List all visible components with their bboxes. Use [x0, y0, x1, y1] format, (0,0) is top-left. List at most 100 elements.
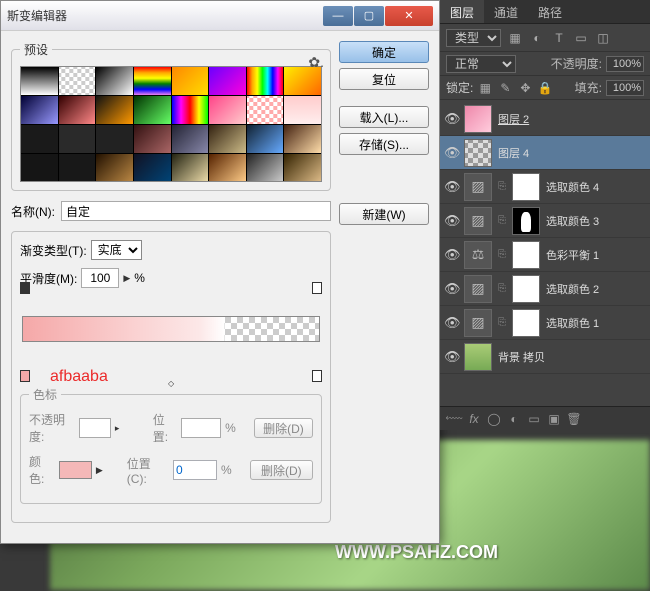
- layer-row[interactable]: 👁 背景 拷贝: [440, 340, 650, 374]
- smooth-stepper-icon[interactable]: ▶: [123, 273, 130, 284]
- adjustment-icon[interactable]: ⚖: [464, 241, 492, 269]
- visibility-icon[interactable]: 👁: [444, 315, 460, 331]
- layer-name[interactable]: 选取颜色 4: [546, 179, 599, 195]
- preset-swatch[interactable]: [284, 154, 321, 182]
- filter-adjust-icon[interactable]: ◐: [529, 30, 545, 46]
- layer-row[interactable]: 👁 ▨ ⎘ 选取颜色 3: [440, 204, 650, 238]
- kind-filter[interactable]: 类型: [446, 29, 501, 47]
- visibility-icon[interactable]: 👁: [444, 349, 460, 365]
- layer-name[interactable]: 背景 拷贝: [498, 349, 545, 365]
- adjustment-layer-icon[interactable]: ◐: [506, 411, 522, 427]
- gear-icon[interactable]: ✿.: [308, 54, 324, 71]
- preset-swatch[interactable]: [96, 67, 133, 95]
- preset-swatch[interactable]: [247, 67, 284, 95]
- link-icon[interactable]: ⎘: [496, 317, 508, 328]
- minimize-button[interactable]: —: [323, 6, 353, 26]
- link-icon[interactable]: ⎘: [496, 249, 508, 260]
- color-swatch[interactable]: [59, 461, 92, 479]
- layer-row[interactable]: 👁 图层 4: [440, 136, 650, 170]
- preset-swatch[interactable]: [209, 67, 246, 95]
- preset-swatch[interactable]: [21, 96, 58, 124]
- layer-name[interactable]: 图层 2: [498, 111, 529, 127]
- layer-mask[interactable]: [512, 207, 540, 235]
- layer-mask[interactable]: [512, 241, 540, 269]
- visibility-icon[interactable]: 👁: [444, 179, 460, 195]
- fill-value[interactable]: [606, 80, 644, 96]
- tab-channels[interactable]: 通道: [484, 0, 528, 23]
- layer-name[interactable]: 图层 4: [498, 145, 529, 161]
- blend-mode-select[interactable]: 正常: [446, 55, 516, 73]
- preset-swatch[interactable]: [96, 96, 133, 124]
- ok-button[interactable]: 确定: [339, 41, 429, 63]
- lock-brush-icon[interactable]: ✎: [497, 80, 513, 96]
- preset-swatch[interactable]: [59, 96, 96, 124]
- preset-swatch[interactable]: [284, 96, 321, 124]
- preset-swatch[interactable]: [21, 154, 58, 182]
- midpoint-icon[interactable]: ◇: [168, 379, 174, 388]
- titlebar[interactable]: 斯变编辑器 — ▢ ✕: [1, 1, 439, 31]
- layer-name[interactable]: 选取颜色 1: [546, 315, 599, 331]
- preset-swatch[interactable]: [247, 96, 284, 124]
- tab-layers[interactable]: 图层: [440, 0, 484, 23]
- posC-input[interactable]: [173, 460, 217, 480]
- layer-thumb[interactable]: [464, 105, 492, 133]
- gradient-bar[interactable]: [22, 316, 320, 342]
- lock-all-icon[interactable]: 🔒: [537, 80, 553, 96]
- fx-icon[interactable]: fx: [466, 411, 482, 427]
- link-layers-icon[interactable]: ⬳: [446, 411, 462, 427]
- maximize-button[interactable]: ▢: [354, 6, 384, 26]
- save-button[interactable]: 存储(S)...: [339, 133, 429, 155]
- layer-name[interactable]: 选取颜色 2: [546, 281, 599, 297]
- preset-swatch[interactable]: [21, 67, 58, 95]
- preset-swatch[interactable]: [172, 154, 209, 182]
- preset-swatch[interactable]: [134, 154, 171, 182]
- preset-swatch[interactable]: [59, 125, 96, 153]
- new-button[interactable]: 新建(W): [339, 203, 429, 225]
- reset-button[interactable]: 复位: [339, 68, 429, 90]
- trash-icon[interactable]: 🗑: [566, 411, 582, 427]
- layer-name[interactable]: 色彩平衡 1: [546, 247, 599, 263]
- visibility-icon[interactable]: 👁: [444, 281, 460, 297]
- filter-smart-icon[interactable]: ◫: [595, 30, 611, 46]
- link-icon[interactable]: ⎘: [496, 215, 508, 226]
- new-layer-icon[interactable]: ▣: [546, 411, 562, 427]
- layer-thumb[interactable]: [464, 343, 492, 371]
- preset-swatch[interactable]: [172, 125, 209, 153]
- layer-mask[interactable]: [512, 275, 540, 303]
- preset-swatch[interactable]: [21, 125, 58, 153]
- layer-mask[interactable]: [512, 309, 540, 337]
- adjustment-icon[interactable]: ▨: [464, 275, 492, 303]
- preset-swatch[interactable]: [247, 154, 284, 182]
- preset-swatch[interactable]: [209, 125, 246, 153]
- layer-name[interactable]: 选取颜色 3: [546, 213, 599, 229]
- type-select[interactable]: 实底: [91, 240, 142, 260]
- adjustment-icon[interactable]: ▨: [464, 309, 492, 337]
- lock-position-icon[interactable]: ✥: [517, 80, 533, 96]
- preset-swatch[interactable]: [172, 96, 209, 124]
- preset-swatch[interactable]: [284, 67, 321, 95]
- load-button[interactable]: 载入(L)...: [339, 106, 429, 128]
- opacity-value[interactable]: [606, 56, 644, 72]
- filter-shape-icon[interactable]: ▭: [573, 30, 589, 46]
- preset-swatch[interactable]: [59, 154, 96, 182]
- layer-thumb[interactable]: [464, 139, 492, 167]
- delete-color-button[interactable]: 删除(D): [250, 460, 313, 480]
- preset-swatch[interactable]: [134, 125, 171, 153]
- layer-row[interactable]: 👁 ▨ ⎘ 选取颜色 1: [440, 306, 650, 340]
- color-picker-icon[interactable]: ▶: [96, 465, 103, 476]
- tab-paths[interactable]: 路径: [528, 0, 572, 23]
- layer-row[interactable]: 👁 图层 2: [440, 102, 650, 136]
- mask-icon[interactable]: ◯: [486, 411, 502, 427]
- group-icon[interactable]: ▭: [526, 411, 542, 427]
- preset-swatch[interactable]: [172, 67, 209, 95]
- preset-swatch[interactable]: [209, 96, 246, 124]
- smooth-input[interactable]: [81, 268, 119, 288]
- visibility-icon[interactable]: 👁: [444, 247, 460, 263]
- filter-pixel-icon[interactable]: ▦: [507, 30, 523, 46]
- preset-swatch[interactable]: [134, 67, 171, 95]
- layer-row[interactable]: 👁 ⚖ ⎘ 色彩平衡 1: [440, 238, 650, 272]
- lock-pixels-icon[interactable]: ▦: [477, 80, 493, 96]
- color-stop-left[interactable]: [20, 370, 30, 382]
- color-stop-right[interactable]: [312, 370, 322, 382]
- opacity-stop-left[interactable]: [20, 282, 30, 294]
